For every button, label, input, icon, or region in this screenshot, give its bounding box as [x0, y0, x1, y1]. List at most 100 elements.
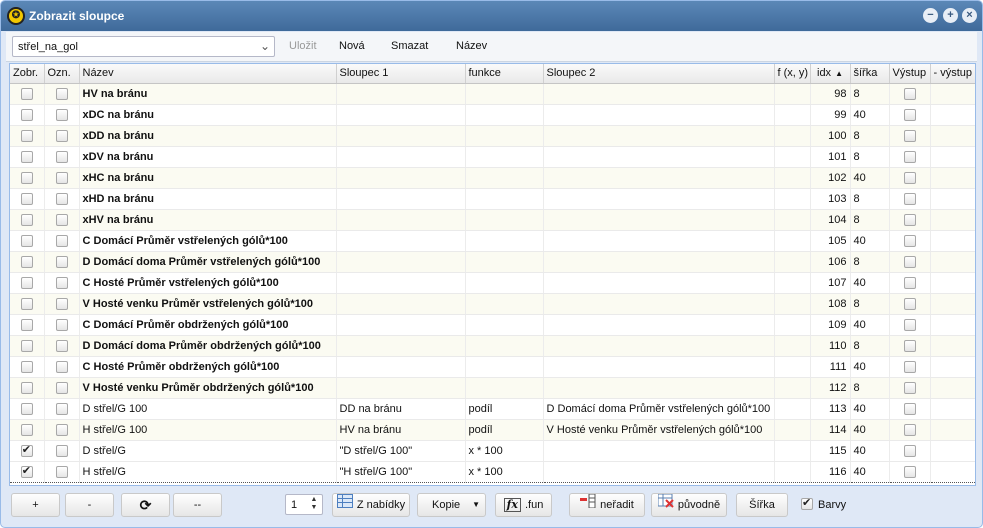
show-checkbox[interactable] [20, 339, 33, 352]
idx-cell[interactable]: 99 [810, 104, 851, 126]
function-cell[interactable] [465, 272, 544, 294]
rename-button[interactable]: Název [456, 40, 487, 52]
name-cell[interactable]: C Hosté Průměr obdržených gólů*100 [79, 356, 337, 378]
width-cell[interactable]: 8 [850, 251, 890, 273]
new-button[interactable]: Nová [339, 40, 365, 52]
minus-output-cell[interactable] [930, 251, 975, 273]
function-cell[interactable] [465, 146, 544, 168]
fxy-cell[interactable] [774, 293, 811, 315]
mark-checkbox[interactable] [55, 192, 68, 205]
column2-cell[interactable] [543, 83, 775, 105]
name-cell[interactable]: H střel/G 100 [79, 419, 337, 441]
column2-cell[interactable] [543, 146, 775, 168]
function-cell[interactable] [465, 293, 544, 315]
mark-checkbox[interactable] [55, 297, 68, 310]
function-cell[interactable] [465, 167, 544, 189]
col-header-idx[interactable]: idx ▲ [810, 64, 851, 84]
fxy-cell[interactable] [774, 356, 811, 378]
mark-checkbox[interactable] [55, 129, 68, 142]
column2-cell[interactable] [543, 209, 775, 231]
fxy-cell[interactable] [774, 83, 811, 105]
output-checkbox[interactable] [903, 87, 916, 100]
minus-output-cell[interactable] [930, 419, 975, 441]
dash-button[interactable]: -- [173, 493, 222, 517]
show-checkbox[interactable] [20, 255, 33, 268]
mark-checkbox[interactable] [55, 318, 68, 331]
mark-checkbox[interactable] [55, 255, 68, 268]
colors-checkbox[interactable] [801, 496, 813, 510]
column1-cell[interactable] [336, 146, 466, 168]
width-cell[interactable]: 8 [850, 377, 890, 399]
function-cell[interactable] [465, 314, 544, 336]
output-checkbox[interactable] [903, 255, 916, 268]
column2-cell[interactable] [543, 440, 775, 462]
col-header-sloupec2[interactable]: Sloupec 2 [543, 64, 775, 84]
mark-checkbox[interactable] [55, 465, 68, 478]
column2-cell[interactable] [543, 104, 775, 126]
table-row[interactable]: V Hosté venku Průměr obdržených gólů*100… [10, 377, 975, 399]
column2-cell[interactable] [543, 314, 775, 336]
table-row[interactable]: H střel/G"H střel/G 100"x * 100 11640 [10, 460, 975, 483]
from-menu-button[interactable]: Z nabídky [332, 493, 410, 517]
minus-output-cell[interactable] [930, 460, 975, 483]
name-cell[interactable]: xDC na bránu [79, 104, 337, 126]
column1-cell[interactable]: HV na bránu [336, 419, 466, 441]
output-checkbox[interactable] [903, 129, 916, 142]
width-cell[interactable]: 40 [850, 314, 890, 336]
output-checkbox[interactable] [903, 276, 916, 289]
col-header-fxy[interactable]: f (x, y) [774, 64, 811, 84]
name-cell[interactable]: D střel/G [79, 440, 337, 462]
fxy-cell[interactable] [774, 230, 811, 252]
close-icon[interactable]: × [962, 8, 977, 23]
show-checkbox[interactable] [20, 276, 33, 289]
name-cell[interactable]: D Domácí doma Průměr obdržených gólů*100 [79, 335, 337, 357]
idx-cell[interactable]: 101 [810, 146, 851, 168]
table-row[interactable]: C Hosté Průměr vstřelených gólů*100 107 40 [10, 272, 975, 294]
fxy-cell[interactable] [774, 209, 811, 231]
column1-cell[interactable] [336, 356, 466, 378]
idx-cell[interactable]: 112 [810, 377, 851, 399]
mark-checkbox[interactable] [55, 213, 68, 226]
mark-checkbox[interactable] [55, 108, 68, 121]
column2-cell[interactable]: V Hosté venku Průměr vstřelených gólů*10… [543, 419, 775, 441]
idx-cell[interactable]: 115 [810, 440, 851, 462]
function-cell[interactable] [465, 188, 544, 210]
page-stepper[interactable]: 1 ▲ ▼ [285, 494, 323, 515]
output-checkbox[interactable] [903, 381, 916, 394]
function-cell[interactable] [465, 377, 544, 399]
width-cell[interactable]: 40 [850, 167, 890, 189]
width-cell[interactable]: 40 [850, 272, 890, 294]
output-checkbox[interactable] [903, 444, 916, 457]
fxy-cell[interactable] [774, 167, 811, 189]
idx-cell[interactable]: 113 [810, 398, 851, 420]
fxy-cell[interactable] [774, 398, 811, 420]
column1-cell[interactable] [336, 104, 466, 126]
mark-checkbox[interactable] [55, 150, 68, 163]
minus-output-cell[interactable] [930, 377, 975, 399]
mark-checkbox[interactable] [55, 381, 68, 394]
idx-cell[interactable]: 104 [810, 209, 851, 231]
mark-checkbox[interactable] [55, 234, 68, 247]
table-row[interactable]: xDV na bránu 101 8 [10, 146, 975, 168]
name-cell[interactable]: C Domácí Průměr obdržených gólů*100 [79, 314, 337, 336]
function-cell[interactable]: x * 100 [465, 460, 544, 483]
table-row[interactable]: C Hosté Průměr obdržených gólů*100 111 40 [10, 356, 975, 378]
idx-cell[interactable]: 100 [810, 125, 851, 147]
delete-button[interactable]: Smazat [391, 40, 428, 52]
name-cell[interactable]: HV na bránu [79, 83, 337, 105]
column2-cell[interactable] [543, 460, 775, 483]
minus-output-cell[interactable] [930, 293, 975, 315]
table-row[interactable]: xDD na bránu 100 8 [10, 125, 975, 147]
idx-cell[interactable]: 110 [810, 335, 851, 357]
width-cell[interactable]: 40 [850, 230, 890, 252]
fxy-cell[interactable] [774, 460, 811, 483]
minus-output-cell[interactable] [930, 272, 975, 294]
column2-cell[interactable] [543, 251, 775, 273]
mark-checkbox[interactable] [55, 276, 68, 289]
preset-combo[interactable]: střel_na_gol ⌄ [12, 36, 275, 57]
output-checkbox[interactable] [903, 171, 916, 184]
column1-cell[interactable] [336, 251, 466, 273]
show-checkbox[interactable] [20, 381, 33, 394]
width-cell[interactable]: 40 [850, 398, 890, 420]
fxy-cell[interactable] [774, 377, 811, 399]
